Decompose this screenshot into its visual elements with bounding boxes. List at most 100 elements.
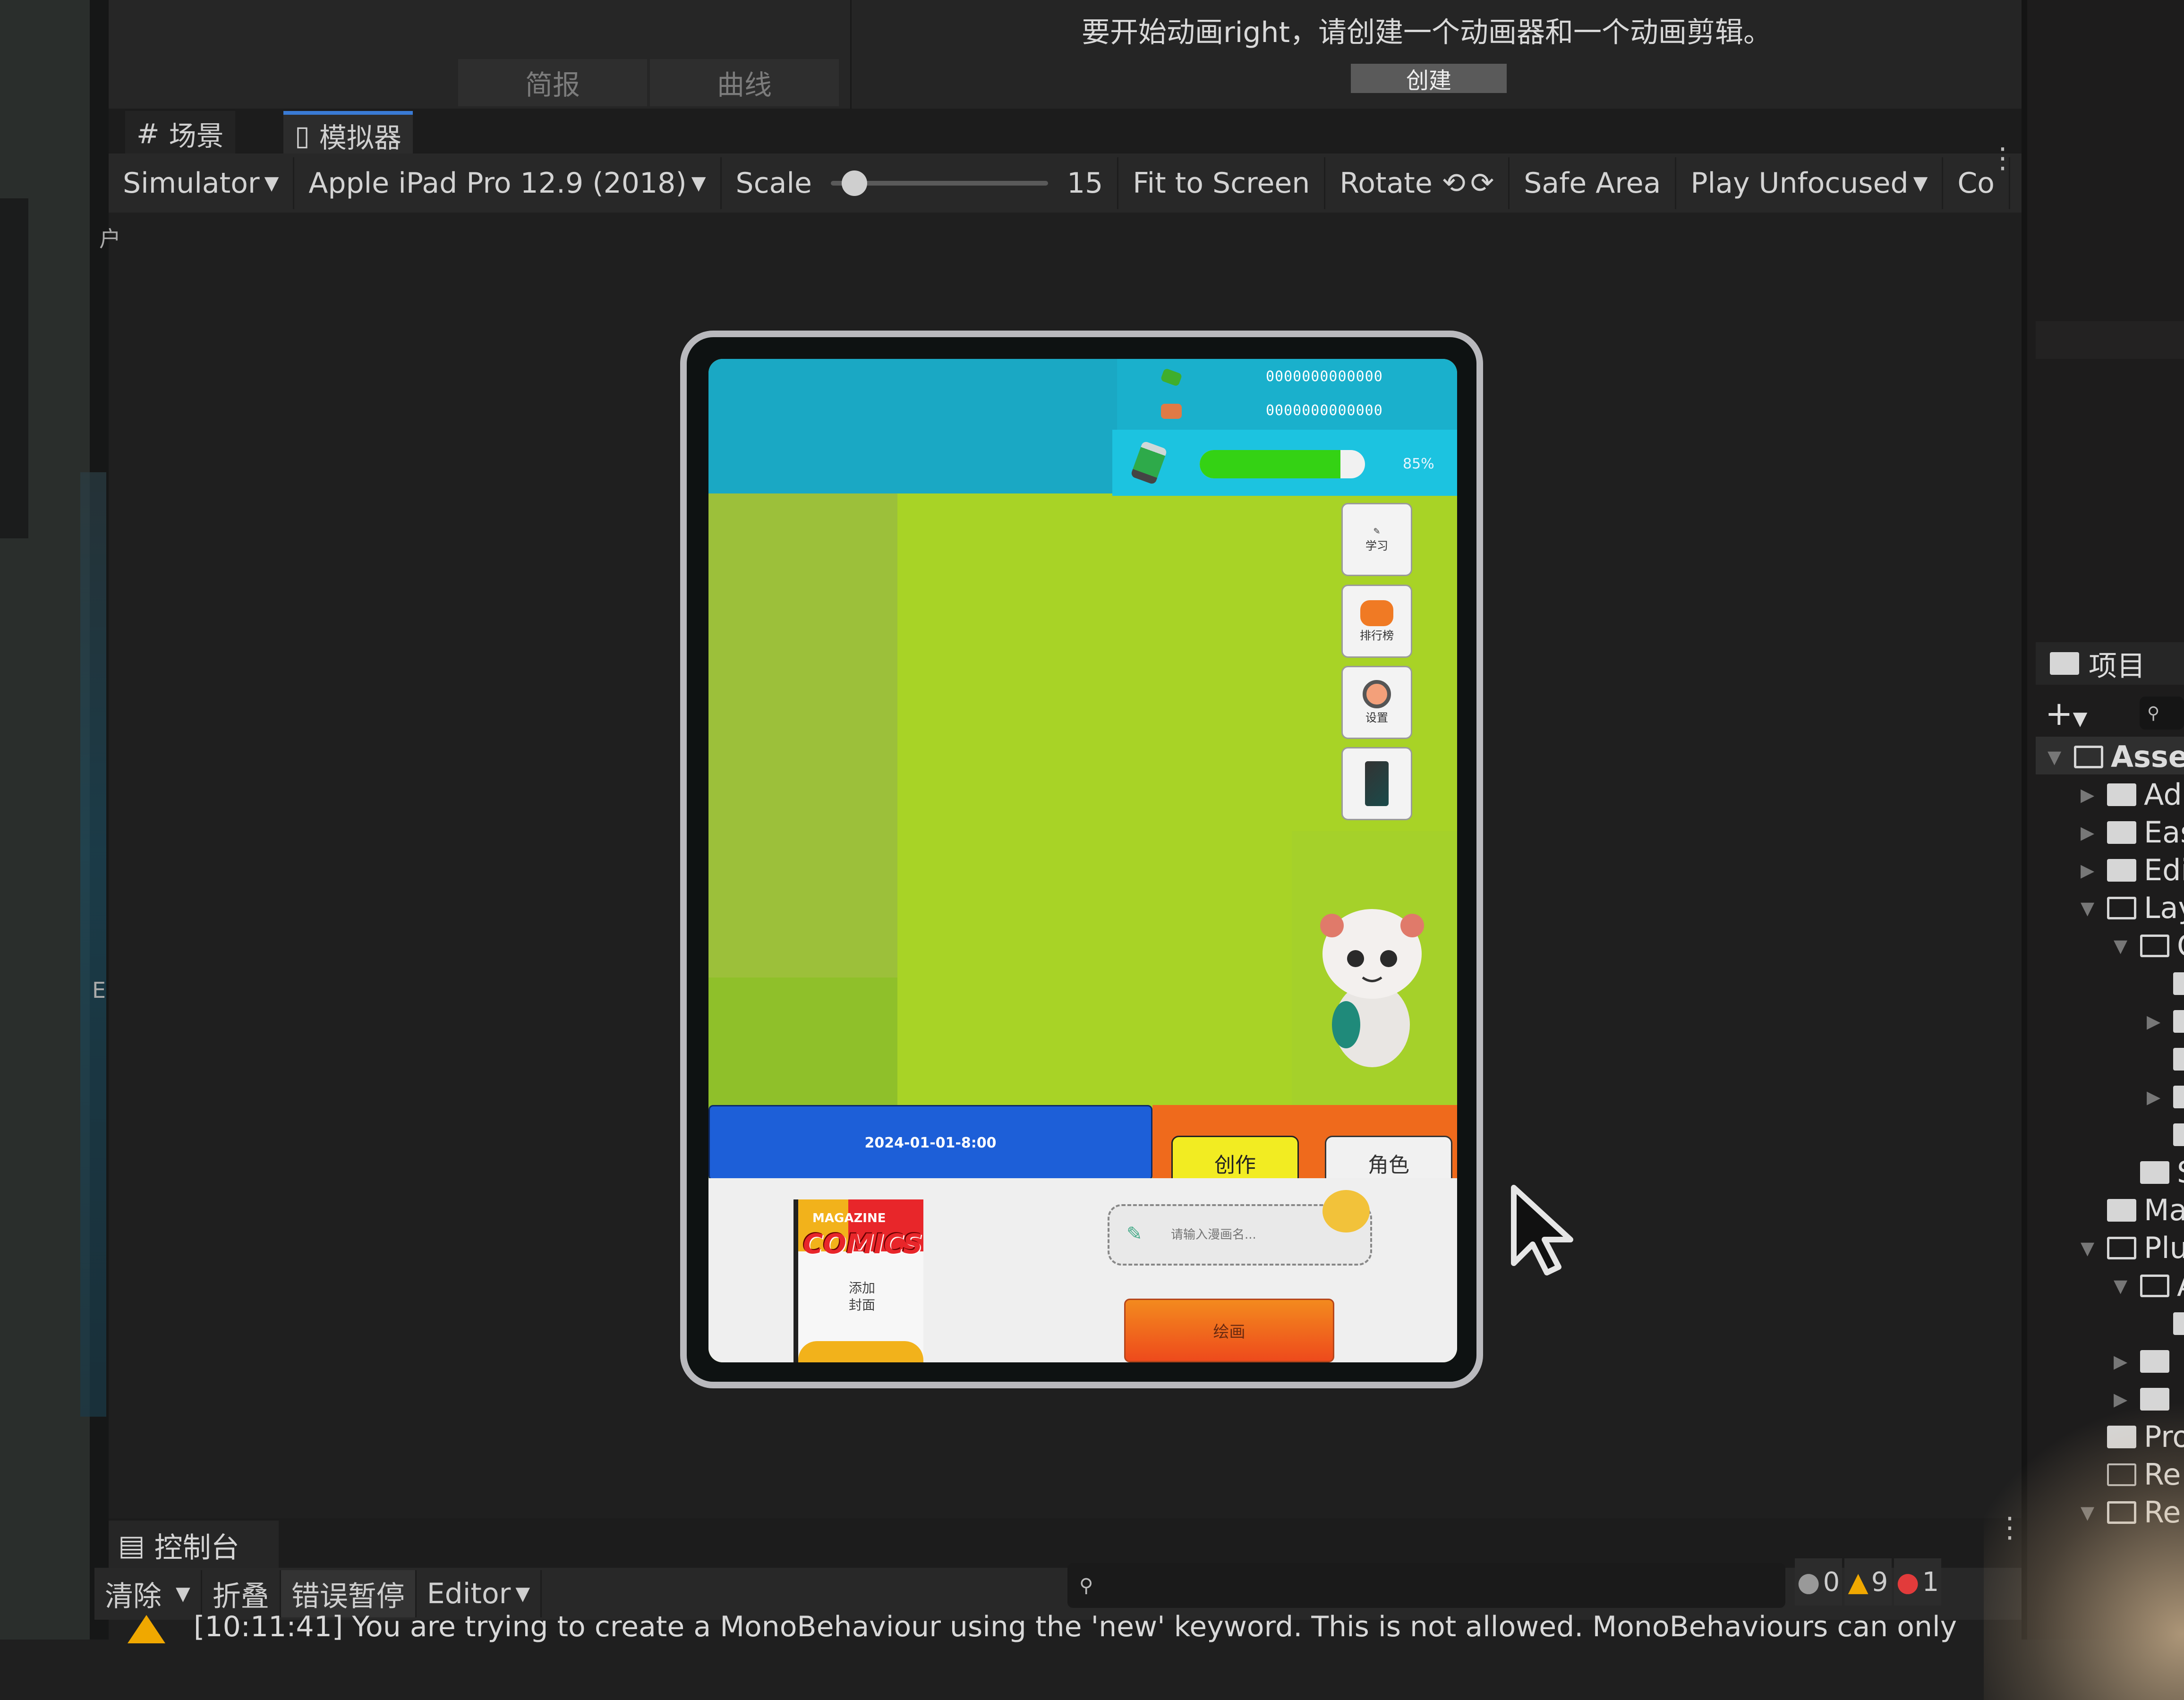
collapsed-arrow-icon[interactable]: ▶ [2147,1087,2166,1107]
warning-count-toggle[interactable]: ▲ 9 [1844,1558,1892,1606]
expanded-arrow-icon[interactable]: ▼ [2114,1275,2133,1296]
rotate-right-icon[interactable]: ⟳ [1470,167,1494,200]
settings-button[interactable]: 设置 [1341,666,1412,739]
clear-label: 清除 [105,1580,162,1613]
study-button[interactable]: ✎ 学习 [1341,503,1412,576]
chevron-down-icon: ▼ [691,172,706,194]
tree-item[interactable]: ▶ [2147,1079,2184,1114]
phone-button[interactable] [1341,747,1412,820]
tab-curves[interactable]: 曲线 [650,59,839,106]
scale-slider-knob[interactable] [841,170,867,196]
tree-item[interactable]: Ma [2081,1192,2184,1228]
info-count-toggle[interactable]: ● 0 [1795,1558,1842,1606]
add-asset-button[interactable]: +▼ [2045,694,2087,733]
mode-label: Simulator [123,166,260,200]
tree-item-label: Ma [2144,1193,2184,1227]
rotate-control: Rotate ⟲ ⟳ [1325,157,1510,209]
tab-scene[interactable]: # 场景 [125,111,235,156]
collapsed-arrow-icon[interactable]: ▶ [2081,822,2099,843]
tree-item[interactable]: ▶ Edi [2081,852,2184,888]
clear-button[interactable]: 清除 ▼ [94,1570,202,1617]
collapsed-arrow-icon[interactable]: ▶ [2081,860,2099,881]
add-cover-label: 添加封面 [848,1280,875,1313]
palette-icon [1322,1190,1370,1232]
collapsed-arrow-icon[interactable]: ▶ [2114,1351,2133,1372]
tab-project[interactable]: 项目 [2036,642,2184,685]
tab-simulator-label: 模拟器 [319,121,401,154]
grid-icon: # [136,117,160,150]
device-icon: ▯ [295,119,310,152]
mode-dropdown[interactable]: Simulator ▼ [109,157,295,209]
editor-label: Editor [427,1577,511,1610]
device-label: Apple iPad Pro 12.9 (2018) [308,166,687,200]
study-icon: ✎ [1373,526,1381,536]
tree-item[interactable]: ▶ Eas [2081,815,2184,850]
expanded-arrow-icon[interactable]: ▼ [2048,747,2066,767]
open-folder-icon [2140,934,2169,957]
tree-item[interactable]: S [2114,1155,2184,1190]
console-icon: ▤ [118,1529,145,1562]
phone-icon [1365,761,1389,806]
cover-footer [798,1341,923,1362]
folder-icon [2050,652,2079,675]
fit-to-screen-button[interactable]: Fit to Screen [1118,157,1326,209]
safe-area-button[interactable]: Safe Area [1510,157,1677,209]
mascot-character[interactable] [1313,883,1431,1072]
tree-item[interactable]: ▼A [2114,1268,2184,1303]
scale-slider[interactable] [830,170,1048,196]
more-options-icon[interactable]: ⋮ [1988,142,2017,175]
chevron-down-icon: ▼ [264,172,279,194]
folder-icon [2173,972,2184,995]
console-search-input[interactable] [1067,1563,1785,1608]
hud-left-panel [708,359,1117,493]
chevron-down-icon[interactable]: ▼ [176,1583,190,1605]
tree-item[interactable]: ▶ [2147,1003,2184,1039]
expanded-arrow-icon[interactable]: ▼ [2081,1238,2099,1258]
game-screen[interactable]: 0000000000000 0000000000000 85% ✎ 学习 排行榜… [708,359,1457,1362]
coin-icon [1161,404,1182,419]
tree-item[interactable]: ▼C [2114,928,2184,963]
rotate-left-icon[interactable]: ⟲ [1442,167,1466,200]
info-icon: ● [1797,1566,1820,1598]
create-animator-button[interactable]: 创建 [1351,64,1507,94]
error-count-toggle[interactable]: ● 1 [1894,1558,1941,1606]
expanded-arrow-icon[interactable]: ▼ [2114,935,2133,956]
open-folder-icon [2074,745,2103,768]
expanded-arrow-icon[interactable]: ▼ [2081,898,2099,918]
cover-magazine-text: MAGAZINE [812,1211,886,1225]
open-folder-icon [2140,1274,2169,1297]
folder-icon [2173,1123,2184,1146]
tree-item[interactable]: ▼ Plu [2081,1230,2184,1266]
tab-console[interactable]: ▤ 控制台 [109,1521,279,1570]
tree-item-label: Plu [2144,1231,2184,1265]
tree-item[interactable]: ▼ Assets [2048,739,2184,774]
viewport-edge-glyph: 户 [99,226,121,252]
console-log-entry[interactable]: [10:11:41] You are trying to create a Mo… [194,1610,1957,1643]
tree-item[interactable] [2147,1041,2184,1077]
collapsed-arrow-icon[interactable]: ▶ [2081,784,2099,805]
collapsed-arrow-icon[interactable]: ▶ [2147,1011,2166,1032]
gem-value: 0000000000000 [1266,368,1383,385]
tree-item[interactable]: ▶ Ad [2081,777,2182,812]
energy-percent: 85% [1403,456,1434,472]
draw-button[interactable]: 绘画 [1124,1299,1334,1362]
tree-item[interactable] [2147,1306,2184,1341]
tree-item-label: Ad [2144,777,2182,812]
folder-icon [2107,1198,2136,1222]
tree-item-label: Edi [2144,853,2184,887]
inspector-band [2036,321,2184,359]
tree-item[interactable] [2147,966,2184,1001]
tree-item[interactable] [2147,1117,2184,1152]
play-mode-dropdown[interactable]: Play Unfocused ▼ [1676,157,1944,209]
project-search-input[interactable]: ⚲ [2140,697,2184,730]
tree-item[interactable]: ▼ Lay [2081,890,2184,926]
leaderboard-button[interactable]: 排行榜 [1341,585,1412,658]
error-icon: ● [1896,1566,1920,1598]
add-cover-button[interactable]: MAGAZINE COMICS 添加封面 [793,1199,923,1362]
device-dropdown[interactable]: Apple iPad Pro 12.9 (2018) ▼ [294,157,722,209]
monitor-bezel-shadow [0,198,28,538]
leaderboard-label: 排行榜 [1360,629,1394,642]
coin-value: 0000000000000 [1266,402,1383,419]
tab-simulator[interactable]: ▯ 模拟器 [283,111,413,156]
tab-briefing[interactable]: 简报 [458,59,647,106]
